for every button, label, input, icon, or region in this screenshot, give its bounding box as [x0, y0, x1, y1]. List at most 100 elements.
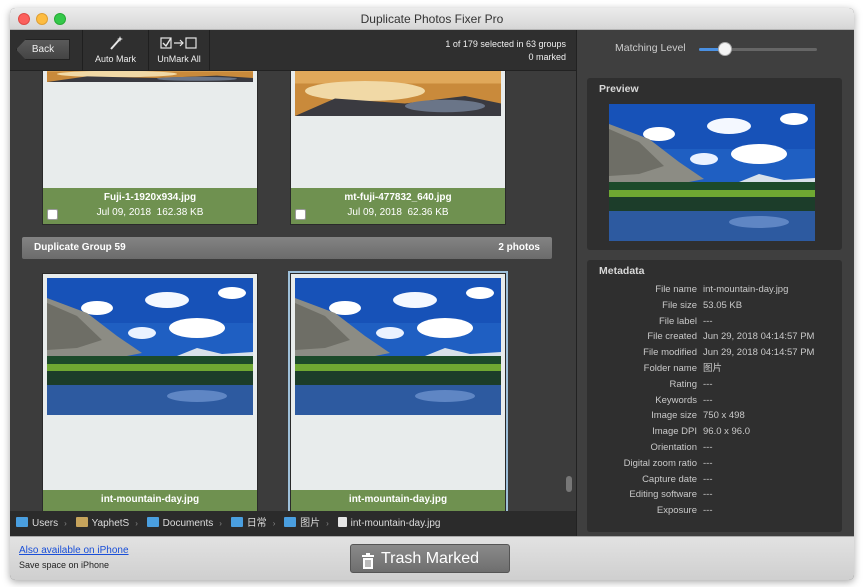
- trash-marked-label: Trash Marked: [380, 550, 480, 567]
- photo-file-name: int-mountain-day.jpg: [100, 494, 200, 505]
- unmark-all-button[interactable]: UnMark All: [148, 30, 210, 71]
- group-title: Duplicate Group 59: [34, 242, 126, 253]
- folder-icon: [284, 517, 297, 527]
- path-separator-icon: ›: [326, 519, 329, 528]
- trash-marked-button[interactable]: Trash Marked: [350, 544, 510, 573]
- matching-level-label: Matching Level: [615, 42, 686, 54]
- toolbar: Back Auto Mark UnMark All 1 of 179 selec…: [10, 30, 576, 71]
- photo-size: 162.38 KB: [156, 207, 204, 218]
- metadata-key: Capture date: [642, 473, 697, 485]
- path-separator-icon: ›: [135, 519, 138, 528]
- grid-scrollbar-thumb[interactable]: [566, 476, 572, 492]
- photo-file-name: int-mountain-day.jpg: [348, 494, 448, 505]
- metadata-value: ---: [703, 394, 713, 406]
- matching-level-slider[interactable]: [699, 48, 817, 51]
- metadata-value: ---: [703, 457, 713, 469]
- path-item-daily[interactable]: 日常: [230, 511, 267, 536]
- photo-thumbnail[interactable]: [47, 278, 253, 415]
- marked-count: 0 marked: [528, 52, 566, 62]
- photo-date: Jul 09, 2018: [347, 207, 402, 218]
- photo-thumbnail[interactable]: [47, 71, 253, 82]
- photo-card[interactable]: int-mountain-day.jpg: [42, 273, 258, 511]
- metadata-row: Image DPI 96.0 x 96.0: [587, 424, 842, 440]
- photo-checkbox[interactable]: [295, 209, 306, 220]
- metadata-value: ---: [703, 473, 713, 485]
- photo-card-selected[interactable]: int-mountain-day.jpg: [290, 273, 506, 511]
- home-icon: [75, 517, 88, 527]
- metadata-row: Capture date ---: [587, 472, 842, 488]
- metadata-key: File size: [662, 299, 697, 311]
- photo-meta: Jul 09, 2018 162.38 KB: [43, 203, 257, 218]
- photo-card-footer: mt-fuji-477832_640.jpg Jul 09, 2018 62.3…: [291, 188, 505, 224]
- photo-card-footer: int-mountain-day.jpg: [43, 490, 257, 511]
- metadata-key: Exposure: [656, 505, 697, 517]
- photo-meta: Jul 09, 2018 62.36 KB: [291, 203, 505, 218]
- unmark-all-label: UnMark All: [157, 54, 201, 64]
- photo-file-name: Fuji-1-1920x934.jpg: [103, 192, 197, 203]
- metadata-row: Orientation ---: [587, 440, 842, 456]
- metadata-value: ---: [703, 442, 713, 453]
- metadata-row: Digital zoom ratio ---: [587, 456, 842, 472]
- preview-image: [609, 104, 815, 241]
- duplicate-group-header[interactable]: Duplicate Group 59 2 photos: [22, 237, 552, 259]
- metadata-row: Exposure ---: [587, 503, 842, 519]
- folder-icon: [146, 517, 159, 527]
- preview-section: Preview: [587, 78, 842, 250]
- path-item-yaphets[interactable]: YaphetS: [75, 511, 129, 536]
- right-panel: Matching Level Preview Metadata File nam…: [576, 30, 854, 536]
- metadata-value: Jun 29, 2018 04:14:57 PM: [703, 331, 815, 343]
- group-photo-count: 2 photos: [498, 242, 540, 253]
- metadata-value: 图片: [703, 363, 723, 374]
- trash-icon: [361, 551, 375, 569]
- file-icon: [337, 517, 347, 527]
- photo-card-footer: int-mountain-day.jpg: [291, 490, 505, 511]
- uncheck-arrow-icon: [149, 35, 209, 51]
- metadata-row: File label ---: [587, 314, 842, 330]
- metadata-key: Digital zoom ratio: [623, 457, 697, 469]
- metadata-key: File label: [658, 315, 697, 327]
- matching-level-knob[interactable]: [717, 42, 732, 56]
- metadata-value: Jun 29, 2018 04:14:57 PM: [703, 347, 815, 359]
- metadata-value: ---: [703, 315, 713, 327]
- metadata-value: int-mountain-day.jpg: [703, 284, 789, 295]
- path-item-file[interactable]: int-mountain-day.jpg: [337, 511, 440, 536]
- photo-grid: Fuji-1-1920x934.jpg Jul 09, 2018 162.38 …: [10, 71, 576, 511]
- selection-count: 1 of 179 selected in 63 groups: [445, 39, 566, 49]
- photo-card-footer: Fuji-1-1920x934.jpg Jul 09, 2018 162.38 …: [43, 188, 257, 224]
- iphone-app-subtitle: Save space on iPhone: [19, 560, 110, 570]
- auto-mark-button[interactable]: Auto Mark: [82, 30, 148, 71]
- metadata-value: 53.05 KB: [703, 299, 743, 311]
- metadata-value: 96.0 x 96.0: [703, 426, 751, 438]
- metadata-key: Orientation: [650, 442, 697, 453]
- metadata-row: Editing software ---: [587, 487, 842, 503]
- metadata-row: File modified Jun 29, 2018 04:14:57 PM: [587, 345, 842, 361]
- photo-thumbnail[interactable]: [295, 71, 501, 116]
- metadata-key: Editing software: [629, 489, 697, 501]
- path-item-pictures[interactable]: 图片: [284, 511, 320, 536]
- photo-thumbnail[interactable]: [295, 278, 501, 415]
- photo-date: Jul 09, 2018: [96, 207, 152, 218]
- metadata-key: Image size: [651, 410, 697, 422]
- metadata-key: File modified: [643, 347, 697, 359]
- metadata-value: ---: [703, 489, 713, 501]
- metadata-row: File created Jun 29, 2018 04:14:57 PM: [587, 329, 842, 345]
- photo-card[interactable]: mt-fuji-477832_640.jpg Jul 09, 2018 62.3…: [290, 71, 506, 225]
- metadata-row: Keywords ---: [587, 393, 842, 409]
- photo-checkbox[interactable]: [47, 209, 58, 220]
- iphone-app-link[interactable]: Also available on iPhone: [19, 545, 129, 556]
- title-bar: Duplicate Photos Fixer Pro: [10, 8, 854, 30]
- path-item-documents[interactable]: Documents: [146, 511, 213, 536]
- metadata-key: Rating: [669, 378, 697, 390]
- metadata-row: Folder name 图片: [587, 361, 842, 377]
- path-item-users[interactable]: Users: [16, 511, 58, 536]
- metadata-title: Metadata: [599, 265, 645, 277]
- selection-status: 1 of 179 selected in 63 groups 0 marked: [445, 38, 566, 64]
- metadata-key: File created: [647, 331, 697, 343]
- path-separator-icon: ›: [219, 519, 222, 528]
- metadata-row: File name int-mountain-day.jpg: [587, 282, 842, 298]
- preview-title: Preview: [599, 83, 639, 95]
- metadata-value: ---: [703, 505, 713, 517]
- metadata-key: Folder name: [643, 363, 697, 374]
- back-button[interactable]: Back: [16, 39, 70, 60]
- photo-card[interactable]: Fuji-1-1920x934.jpg Jul 09, 2018 162.38 …: [42, 71, 258, 225]
